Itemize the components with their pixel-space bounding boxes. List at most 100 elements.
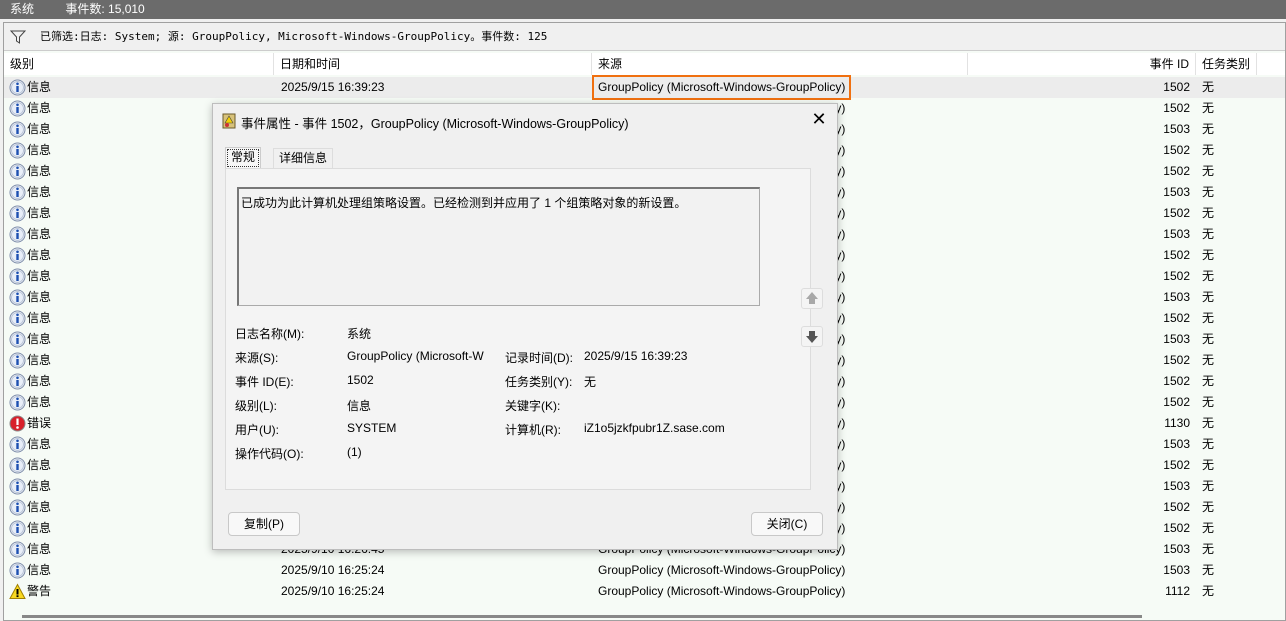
event-id-cell: 1503 [1163, 332, 1190, 346]
opcode-label: 操作代码(O): [235, 447, 304, 461]
task-cell: 无 [1202, 311, 1215, 325]
info-icon [9, 499, 26, 516]
event-id-cell: 1503 [1163, 479, 1190, 493]
computer-value: iZ1o5jzkfpubr1Z.sase.com [584, 421, 725, 435]
level-cell: 信息 [27, 500, 52, 514]
column-header: 级别 日期和时间 来源 事件 ID 任务类别 [4, 53, 1285, 75]
info-icon [9, 394, 26, 411]
date-cell: 2025/9/10 16:25:24 [281, 563, 385, 577]
level-cell: 错误 [27, 416, 52, 430]
event-id-cell: 1502 [1163, 101, 1190, 115]
error-icon [9, 415, 26, 432]
event-id-cell: 1130 [1164, 416, 1190, 430]
logged-label: 记录时间(D): [505, 351, 573, 365]
col-task-category[interactable]: 任务类别 [1196, 53, 1257, 75]
info-icon [9, 79, 26, 96]
task-cell: 无 [1202, 563, 1215, 577]
event-id-cell: 1502 [1163, 206, 1190, 220]
task-cell: 无 [1202, 332, 1215, 346]
task-cell: 无 [1202, 458, 1215, 472]
info-icon [9, 541, 26, 558]
info-icon [9, 373, 26, 390]
tab-general[interactable]: 常规 [225, 147, 262, 169]
col-event-id[interactable]: 事件 ID [968, 53, 1196, 75]
table-row[interactable]: 警告 2025/9/10 16:25:24 GroupPolicy (Micro… [4, 581, 1285, 602]
col-date[interactable]: 日期和时间 [274, 53, 592, 75]
col-level[interactable]: 级别 [4, 53, 274, 75]
info-icon [9, 457, 26, 474]
col-source[interactable]: 来源 [592, 53, 968, 75]
level-cell: 信息 [27, 521, 52, 535]
info-icon [9, 163, 26, 180]
task-cell: 无 [1202, 584, 1215, 598]
event-id-cell: 1502 [1163, 500, 1190, 514]
info-icon [9, 247, 26, 264]
task-cell: 无 [1202, 122, 1215, 136]
event-id-cell: 1503 [1163, 290, 1190, 304]
event-id-cell: 1502 [1163, 269, 1190, 283]
close-button[interactable]: 关闭(C) [751, 512, 823, 536]
level-cell: 信息 [27, 101, 52, 115]
event-id-value: 1502 [347, 373, 374, 387]
info-icon [9, 142, 26, 159]
level-cell: 信息 [27, 395, 52, 409]
task-cell: 无 [1202, 101, 1215, 115]
source-cell: GroupPolicy (Microsoft-Windows-GroupPoli… [598, 563, 846, 577]
task-cell: 无 [1202, 185, 1215, 199]
event-id-cell: 1503 [1163, 185, 1190, 199]
event-id-cell: 1503 [1163, 542, 1190, 556]
info-icon [9, 331, 26, 348]
table-row[interactable]: 信息 2025/9/10 16:25:24 GroupPolicy (Micro… [4, 560, 1285, 581]
event-id-cell: 1502 [1163, 458, 1190, 472]
log-name-value: 系统 [347, 327, 372, 341]
event-id-cell: 1503 [1163, 563, 1190, 577]
level-cell: 信息 [27, 122, 52, 136]
level-cell: 信息 [27, 437, 52, 451]
dialog-title: 事件属性 - 事件 1502，GroupPolicy (Microsoft-Wi… [241, 117, 629, 131]
close-icon[interactable]: ✕ [809, 110, 829, 130]
date-cell: 2025/9/15 16:39:23 [281, 80, 385, 94]
info-icon [9, 310, 26, 327]
level-cell: 信息 [27, 458, 52, 472]
next-event-button[interactable] [801, 326, 823, 347]
event-id-cell: 1502 [1163, 143, 1190, 157]
event-id-cell: 1502 [1163, 353, 1190, 367]
info-icon [9, 562, 26, 579]
filter-text: 已筛选:日志: System; 源: GroupPolicy, Microsof… [40, 30, 548, 43]
keywords-label: 关键字(K): [505, 399, 561, 413]
event-id-cell: 1503 [1163, 437, 1190, 451]
info-icon [9, 436, 26, 453]
copy-button[interactable]: 复制(P) [228, 512, 300, 536]
table-row[interactable]: 信息 2025/9/15 16:39:23 GroupPolicy (Micro… [4, 75, 1285, 100]
logged-value: 2025/9/15 16:39:23 [584, 349, 688, 363]
source-cell: GroupPolicy (Microsoft-Windows-GroupPoli… [598, 584, 846, 598]
event-id-cell: 1502 [1163, 374, 1190, 388]
level-cell: 信息 [27, 248, 52, 262]
level-cell: 信息 [27, 374, 52, 388]
event-count: 事件数: 15,010 [65, 2, 145, 16]
level-cell: 信息 [27, 164, 52, 178]
info-icon [9, 289, 26, 306]
task-cell: 无 [1202, 164, 1215, 178]
level-value: 信息 [347, 399, 372, 413]
event-id-cell: 1502 [1163, 395, 1190, 409]
task-cell: 无 [1202, 395, 1215, 409]
computer-label: 计算机(R): [505, 423, 561, 437]
log-name-label: 日志名称(M): [235, 327, 305, 341]
horizontal-scrollbar[interactable] [22, 615, 1142, 618]
task-cell: 无 [1202, 437, 1215, 451]
tab-details[interactable]: 详细信息 [273, 148, 334, 168]
date-cell: 2025/9/10 16:25:24 [281, 584, 385, 598]
level-cell: 信息 [27, 206, 52, 220]
task-cell: 无 [1202, 206, 1215, 220]
event-id-cell: 1502 [1163, 164, 1190, 178]
task-cell: 无 [1202, 290, 1215, 304]
log-header-bar: 系统 事件数: 15,010 [0, 0, 1286, 19]
level-cell: 信息 [27, 353, 52, 367]
previous-event-button[interactable] [801, 288, 823, 309]
event-id-cell: 1503 [1163, 227, 1190, 241]
event-id-cell: 1502 [1163, 311, 1190, 325]
filter-bar: 已筛选:日志: System; 源: GroupPolicy, Microsof… [4, 23, 1285, 51]
event-message[interactable]: 已成功为此计算机处理组策略设置。已经检测到并应用了 1 个组策略对象的新设置。 [237, 187, 760, 306]
info-icon [9, 268, 26, 285]
